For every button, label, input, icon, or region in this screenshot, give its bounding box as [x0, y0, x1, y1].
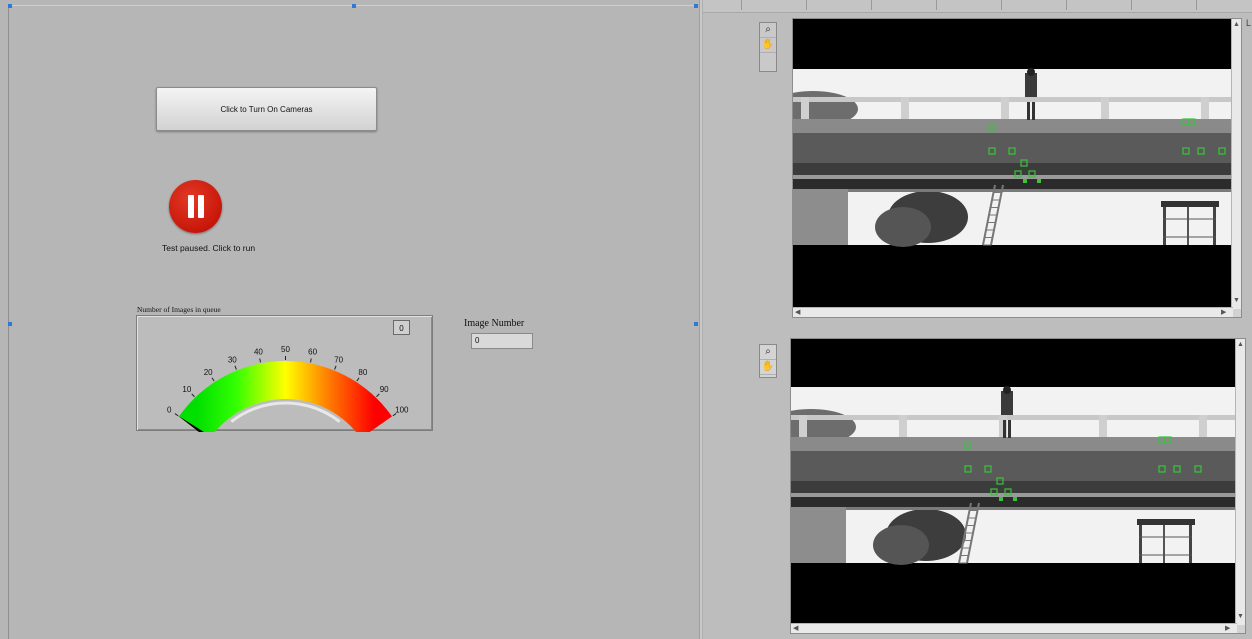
pause-bar	[198, 195, 204, 218]
viewer-1-tool-palette: ⌕ ✋	[759, 22, 777, 72]
gauge-dial: 0 10 20 30 40 50 60 70 80 90 100	[167, 345, 409, 432]
ruler-tick	[741, 0, 742, 10]
ruler-tick	[1131, 0, 1132, 10]
ruler-tick	[806, 0, 807, 10]
selection-handle[interactable]	[694, 4, 698, 8]
image-number-label: Image Number	[464, 318, 525, 329]
vertical-scrollbar[interactable]: ▲ ▼	[1231, 19, 1241, 309]
gauge-tick-label: 0	[167, 406, 172, 415]
queue-gauge-label: Number of Images in queue	[137, 305, 221, 314]
gauge-tick-label: 40	[254, 348, 263, 357]
pan-hand-icon[interactable]: ✋	[760, 360, 776, 375]
gauge-tick	[191, 393, 195, 398]
gauge-tick-label: 80	[358, 368, 367, 377]
queue-gauge: 0 10 20 30 40 50 60 70 80 90 100	[136, 315, 433, 432]
zoom-icon[interactable]: ⌕	[760, 23, 776, 38]
run-state-label: Test paused. Click to run	[162, 243, 256, 253]
pause-icon[interactable]	[169, 180, 222, 233]
selection-handle[interactable]	[8, 322, 12, 326]
gauge-tick-label: 10	[182, 385, 191, 394]
camera-image-2	[791, 339, 1237, 625]
gauge-tick-label: 50	[281, 345, 290, 354]
gauge-tick	[334, 365, 337, 370]
camera-view-2[interactable]: ▲ ▼ ◀ ▶	[790, 338, 1246, 634]
queue-count-readout: 0	[393, 320, 410, 335]
vertical-scrollbar[interactable]: ▲ ▼	[1235, 339, 1245, 625]
ruler-tick	[871, 0, 872, 10]
zoom-icon[interactable]: ⌕	[760, 345, 776, 360]
viewer-2-tool-palette: ⌕ ✋	[759, 344, 777, 378]
gauge-tick-label: 60	[308, 348, 317, 357]
gauge-tick	[310, 358, 312, 363]
gauge-tick	[376, 393, 380, 398]
camera-image-1	[793, 19, 1233, 309]
gauge-tick-label: 30	[228, 355, 237, 364]
edge-marker: L	[1246, 18, 1252, 28]
selection-handle[interactable]	[694, 322, 698, 326]
camera-view-1[interactable]: ▲ ▼ ◀ ▶	[792, 18, 1242, 318]
gauge-tick	[234, 365, 237, 370]
gauge-tick-label: 70	[334, 355, 343, 364]
gauge-tick-label: 90	[380, 385, 389, 394]
ruler-tick	[936, 0, 937, 10]
ruler-tick	[1196, 0, 1197, 10]
top-ruler	[703, 0, 1252, 13]
gauge-tick-label: 100	[395, 406, 409, 415]
ruler-tick	[1001, 0, 1002, 10]
gauge-tick	[356, 377, 360, 382]
gauge-tick	[259, 358, 261, 363]
ruler-tick	[1066, 0, 1067, 10]
pause-bar	[188, 195, 194, 218]
selection-handle[interactable]	[8, 4, 12, 8]
horizontal-scrollbar[interactable]: ◀ ▶	[791, 623, 1237, 633]
turn-on-cameras-button[interactable]: Click to Turn On Cameras	[156, 87, 377, 131]
pan-hand-icon[interactable]: ✋	[760, 38, 776, 53]
horizontal-scrollbar[interactable]: ◀ ▶	[793, 307, 1233, 317]
image-number-field[interactable]: 0	[471, 333, 533, 349]
selection-handle[interactable]	[352, 4, 356, 8]
gauge-tick-label: 20	[204, 368, 213, 377]
gauge-tick	[211, 377, 215, 382]
